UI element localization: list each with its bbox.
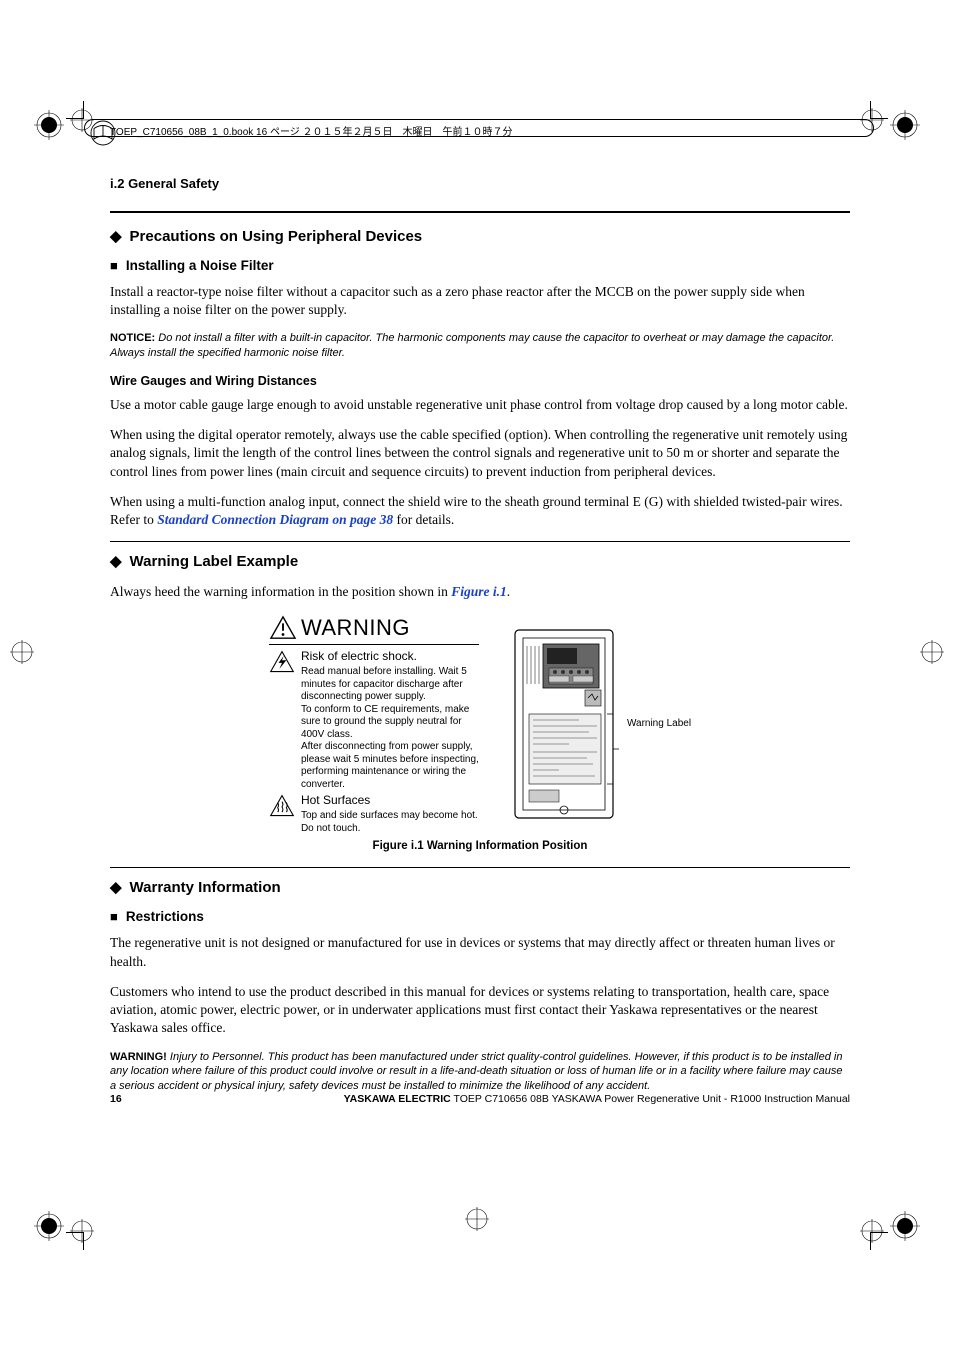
crop-mark bbox=[60, 1232, 84, 1256]
warning-triangle-icon bbox=[269, 615, 297, 641]
page-number: 16 bbox=[110, 1092, 122, 1106]
heading-warranty: ◆ Warranty Information bbox=[110, 878, 850, 898]
paragraph-restrict-2: Customers who intend to use the product … bbox=[110, 983, 850, 1038]
heading-warning-label-example: ◆ Warning Label Example bbox=[110, 552, 850, 572]
running-header: i.2 General Safety bbox=[110, 175, 850, 193]
page-footer: 16 YASKAWA ELECTRIC TOEP C710656 08B YAS… bbox=[110, 1092, 850, 1106]
paragraph-wire-1: Use a motor cable gauge large enough to … bbox=[110, 396, 850, 414]
hot-body: Top and side surfaces may become hot. Do… bbox=[301, 810, 478, 834]
warning-block: WARNING! Injury to Personnel. This produ… bbox=[110, 1050, 850, 1095]
crop-mark bbox=[60, 95, 84, 119]
hot-surface-icon bbox=[269, 793, 295, 835]
notice-block: NOTICE: Do not install a filter with a b… bbox=[110, 331, 850, 361]
crop-mark bbox=[870, 1232, 894, 1256]
section-rule bbox=[110, 867, 850, 868]
heading-restrictions: ■ Restrictions bbox=[110, 908, 850, 926]
paragraph-noise-filter: Install a reactor-type noise filter with… bbox=[110, 283, 850, 319]
section-rule bbox=[110, 211, 850, 213]
crop-mark bbox=[870, 95, 894, 119]
crosshair-icon bbox=[465, 1207, 489, 1231]
book-icon bbox=[88, 118, 108, 138]
registration-mark-icon bbox=[890, 1211, 920, 1241]
paragraph-restrict-1: The regenerative unit is not designed or… bbox=[110, 934, 850, 970]
paragraph-wire-2: When using the digital operator remotely… bbox=[110, 426, 850, 481]
heading-noise-filter: ■ Installing a Noise Filter bbox=[110, 257, 850, 275]
shock-body: Read manual before installing. Wait 5 mi… bbox=[301, 666, 479, 790]
paragraph-wire-3: When using a multi-function analog input… bbox=[110, 493, 850, 529]
warning-word: WARNING bbox=[301, 613, 410, 643]
hot-lead: Hot Surfaces bbox=[301, 793, 479, 808]
diamond-bullet-icon: ◆ bbox=[110, 227, 122, 247]
registration-mark-icon bbox=[890, 110, 920, 140]
paragraph-warning-intro: Always heed the warning information in t… bbox=[110, 583, 850, 601]
warning-label-detail: WARNING Risk of electric shock. Read man… bbox=[269, 613, 479, 836]
diamond-bullet-icon: ◆ bbox=[110, 878, 122, 898]
figure-i1: WARNING Risk of electric shock. Read man… bbox=[110, 613, 850, 836]
shock-hazard-icon bbox=[269, 649, 295, 791]
crosshair-icon bbox=[10, 640, 34, 664]
heading-wire-gauges: Wire Gauges and Wiring Distances bbox=[110, 373, 850, 390]
figure-caption: Figure i.1 Warning Information Position bbox=[110, 839, 850, 855]
crosshair-icon bbox=[920, 640, 944, 664]
xref-figure-i1[interactable]: Figure i.1 bbox=[451, 584, 507, 599]
section-rule bbox=[110, 541, 850, 542]
footer-doc-id: YASKAWA ELECTRIC TOEP C710656 08B YASKAW… bbox=[344, 1092, 850, 1106]
square-bullet-icon: ■ bbox=[110, 908, 118, 926]
square-bullet-icon: ■ bbox=[110, 257, 118, 275]
meta-header: TOEP_C710656_08B_1_0.book 16 ページ ２０１５年２月… bbox=[110, 123, 513, 138]
device-illustration bbox=[509, 624, 619, 824]
xref-connection-diagram[interactable]: Standard Connection Diagram on page 38 bbox=[157, 512, 393, 527]
diamond-bullet-icon: ◆ bbox=[110, 552, 122, 572]
heading-precautions: ◆ Precautions on Using Peripheral Device… bbox=[110, 227, 850, 247]
callout-warning-label: Warning Label bbox=[627, 717, 691, 731]
shock-lead: Risk of electric shock. bbox=[301, 649, 479, 664]
